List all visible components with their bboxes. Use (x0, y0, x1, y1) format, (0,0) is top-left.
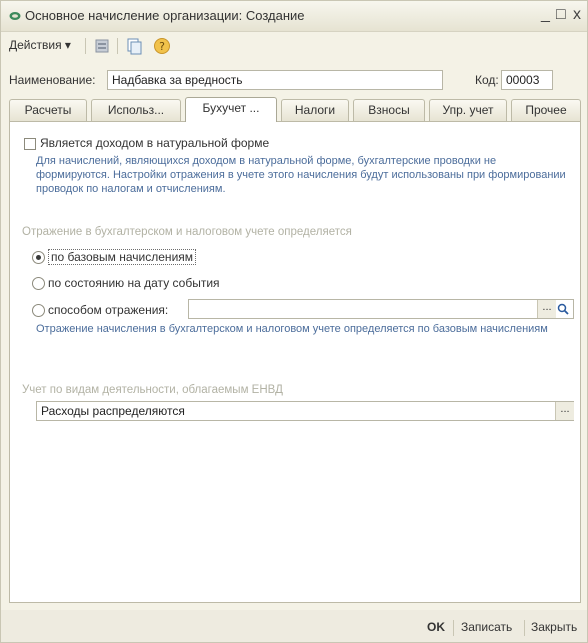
reflection-method-select-button[interactable]: ... (537, 300, 556, 318)
actions-menu[interactable]: Действия ▾ (9, 38, 71, 52)
1c-document-icon (9, 12, 21, 20)
envd-select[interactable]: Расходы распределяются (36, 401, 574, 421)
reflection-hint: Отражение начисления в бухгалтерском и н… (36, 323, 548, 335)
tab-accounting[interactable]: Бухучет ... (185, 97, 277, 122)
window-title: Основное начисление организации: Создани… (25, 8, 305, 23)
envd-select-button[interactable]: ... (555, 402, 574, 420)
toolbar: Действия ▾ ? (1, 32, 587, 60)
save-button[interactable]: Записать (461, 620, 512, 634)
radio-base-accruals[interactable] (32, 251, 45, 264)
svg-text:?: ? (159, 40, 165, 53)
natural-form-label[interactable]: Является доходом в натуральной форме (40, 136, 269, 150)
reflection-method-input[interactable] (188, 299, 574, 319)
dialog-window: Основное начисление организации: Создани… (0, 0, 588, 643)
natural-form-hint: Для начислений, являющихся доходом в нат… (36, 155, 566, 195)
radio-event-date[interactable] (32, 277, 45, 290)
natural-form-checkbox[interactable] (24, 138, 36, 150)
ok-button[interactable]: OK (427, 620, 445, 634)
code-label: Код: (475, 73, 499, 87)
tab-contributions[interactable]: Взносы (353, 99, 425, 121)
tab-usage[interactable]: Использ... (91, 99, 181, 121)
search-icon[interactable] (557, 303, 569, 315)
footer-bar: OK Записать Закрыть (1, 610, 587, 642)
tab-strip: Расчеты Использ... Бухучет ... Налоги Вз… (9, 97, 581, 122)
toolbar-divider (117, 38, 118, 54)
code-input[interactable]: 00003 (501, 70, 553, 90)
close-form-button[interactable]: Закрыть (531, 620, 577, 634)
radio-event-date-label[interactable]: по состоянию на дату события (48, 276, 220, 290)
copy-icon[interactable] (125, 37, 143, 55)
structure-icon[interactable] (93, 37, 111, 55)
tab-panel-accounting: Является доходом в натуральной форме Для… (9, 121, 581, 603)
radio-reflection-method-label[interactable]: способом отражения: (48, 303, 168, 317)
maximize-button[interactable]: □ (556, 5, 566, 25)
radio-reflection-method[interactable] (32, 304, 45, 317)
footer-divider (524, 620, 525, 636)
tab-calculations[interactable]: Расчеты (9, 99, 87, 121)
tab-other[interactable]: Прочее (511, 99, 581, 121)
help-icon[interactable]: ? (153, 37, 171, 55)
toolbar-divider (85, 38, 86, 54)
minimize-button[interactable]: _ (541, 5, 550, 25)
tab-management[interactable]: Упр. учет (429, 99, 507, 121)
name-input[interactable]: Надбавка за вредность (107, 70, 443, 90)
close-button[interactable]: x (573, 5, 581, 25)
footer-divider (453, 620, 454, 636)
tab-taxes[interactable]: Налоги (281, 99, 349, 121)
name-label: Наименование: (9, 73, 96, 87)
section-reflection-title: Отражение в бухгалтерском и налоговом уч… (22, 226, 352, 238)
title-bar[interactable]: Основное начисление организации: Создани… (1, 1, 587, 32)
radio-base-accruals-label[interactable]: по базовым начислениям (48, 249, 197, 265)
section-envd-title: Учет по видам деятельности, облагаемым Е… (22, 384, 283, 396)
